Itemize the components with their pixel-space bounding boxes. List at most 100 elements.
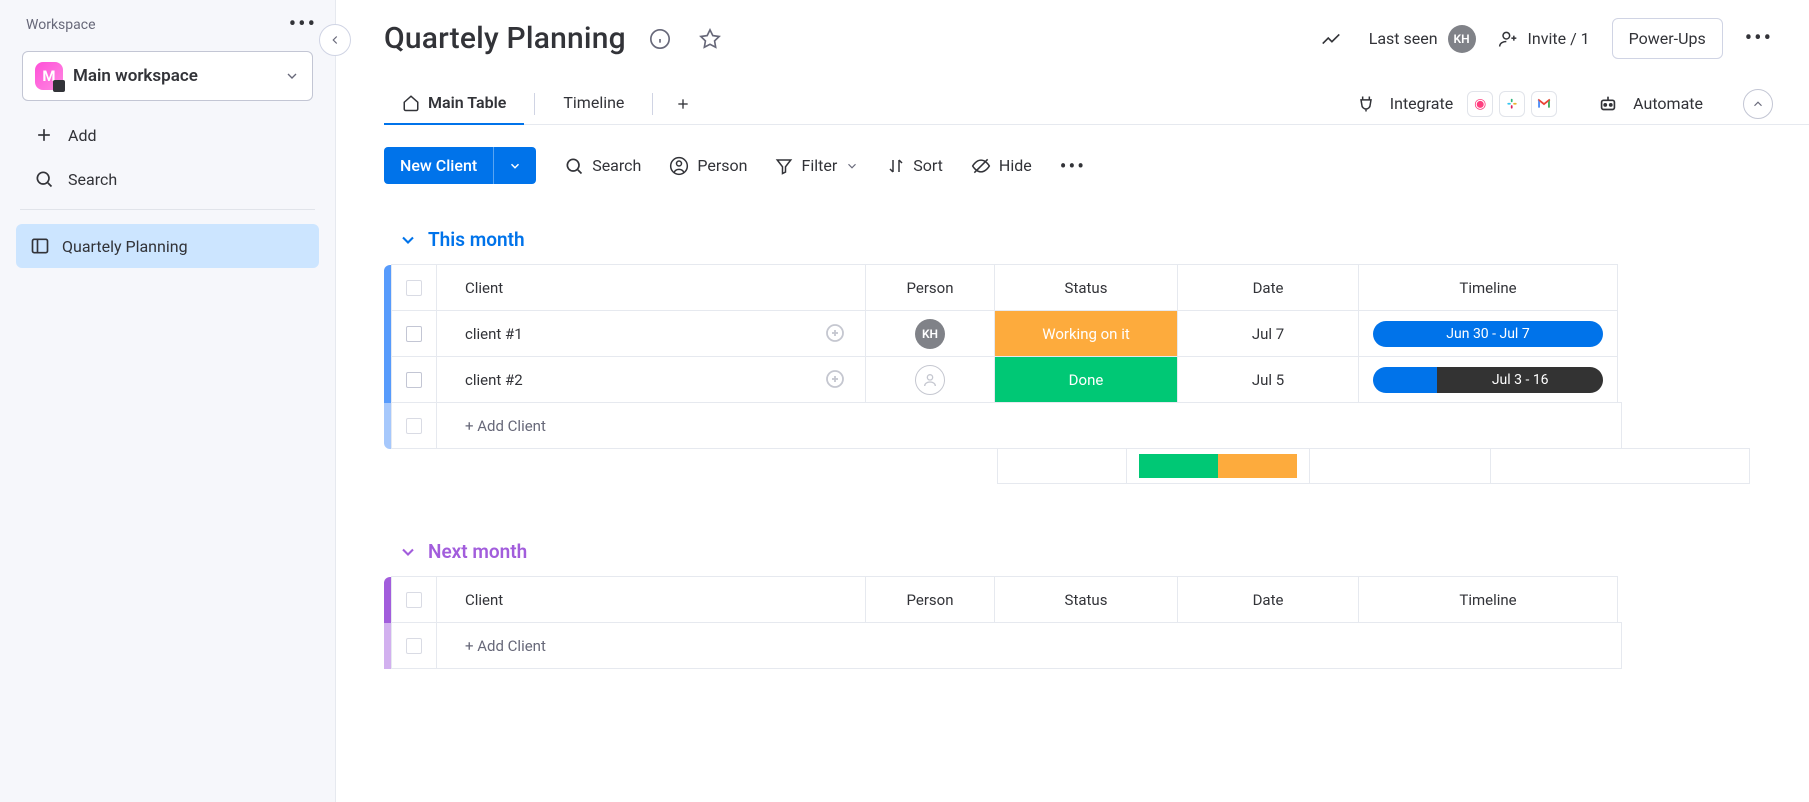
invite-button[interactable]: Invite / 1 <box>1498 29 1590 49</box>
status-summary-bar <box>1139 454 1297 478</box>
toolbar-sort[interactable]: Sort <box>887 156 943 175</box>
divider <box>20 209 315 210</box>
board-icon <box>30 236 50 256</box>
new-client-button[interactable]: New Client <box>384 147 536 184</box>
date-cell[interactable]: Jul 5 <box>1177 356 1359 403</box>
sidebar-board-item[interactable]: Quartely Planning <box>16 224 319 268</box>
col-timeline[interactable]: Timeline <box>1358 576 1618 623</box>
client-name[interactable]: client #1 <box>465 325 523 343</box>
timeline-pill[interactable]: Jun 30 - Jul 7 <box>1373 321 1603 347</box>
person-avatar[interactable]: KH <box>915 319 945 349</box>
invite-label: Invite / 1 <box>1528 29 1590 48</box>
integrate-label: Integrate <box>1390 94 1453 113</box>
toolbar-more-icon[interactable]: ••• <box>1060 154 1086 178</box>
app-icon-gmail <box>1531 91 1557 117</box>
last-seen-label: Last seen <box>1369 29 1438 48</box>
avatar: KH <box>1448 25 1476 53</box>
group-next-month: Next month Client Person Status Date Tim… <box>384 534 1809 669</box>
star-icon[interactable] <box>694 23 726 55</box>
chevron-down-icon <box>845 159 859 173</box>
app-icon-1: ◉ <box>1467 91 1493 117</box>
add-tab-button[interactable] <box>663 86 703 122</box>
toolbar-search[interactable]: Search <box>564 156 641 176</box>
col-status[interactable]: Status <box>994 576 1178 623</box>
date-cell[interactable]: Jul 7 <box>1177 310 1359 357</box>
col-timeline[interactable]: Timeline <box>1358 264 1618 311</box>
board-title[interactable]: Quartely Planning <box>384 21 626 56</box>
sidebar-search[interactable]: Search <box>0 157 335 201</box>
col-client[interactable]: Client <box>436 264 866 311</box>
header-more-icon[interactable]: ••• <box>1745 26 1773 51</box>
toolbar-person-label: Person <box>697 156 747 175</box>
sidebar-more-icon[interactable]: ••• <box>289 12 317 37</box>
activity-icon[interactable] <box>1315 23 1347 55</box>
status-cell[interactable]: Working on it <box>995 311 1177 356</box>
separator <box>534 93 535 115</box>
timeline-pill[interactable]: Jul 3 - 16 <box>1373 367 1603 393</box>
add-client-row[interactable]: + Add Client <box>384 623 1809 669</box>
add-client-row[interactable]: + Add Client <box>384 403 1809 449</box>
hide-icon <box>971 156 991 176</box>
col-person[interactable]: Person <box>865 264 995 311</box>
col-date[interactable]: Date <box>1177 576 1359 623</box>
tab-timeline[interactable]: Timeline <box>545 83 642 124</box>
select-all-checkbox[interactable] <box>406 280 422 296</box>
plug-icon <box>1356 94 1376 114</box>
col-status[interactable]: Status <box>994 264 1178 311</box>
person-icon <box>669 156 689 176</box>
toolbar-filter-label: Filter <box>801 156 837 175</box>
tab-main-table[interactable]: Main Table <box>384 83 524 124</box>
tab-main-label: Main Table <box>428 93 506 112</box>
group-header[interactable]: Next month <box>384 534 1809 577</box>
group-header[interactable]: This month <box>384 222 1809 265</box>
automate-label: Automate <box>1633 94 1703 113</box>
tabs-row: Main Table Timeline Integrate ◉ <box>384 83 1809 125</box>
group-title: This month <box>428 228 525 251</box>
row-checkbox[interactable] <box>406 372 422 388</box>
group-title: Next month <box>428 540 527 563</box>
col-date[interactable]: Date <box>1177 264 1359 311</box>
automate-button[interactable]: Automate <box>1597 93 1703 115</box>
last-seen[interactable]: Last seen KH <box>1369 25 1476 53</box>
filter-icon <box>775 157 793 175</box>
add-client-label[interactable]: + Add Client <box>436 622 1622 669</box>
titlebar: Quartely Planning Last seen KH Invite / … <box>384 18 1809 59</box>
powerups-button[interactable]: Power-Ups <box>1612 18 1723 59</box>
table-row[interactable]: client #2 Done Jul 5 <box>384 357 1809 403</box>
select-all-checkbox[interactable] <box>406 592 422 608</box>
add-client-label[interactable]: + Add Client <box>436 402 1622 449</box>
client-name[interactable]: client #2 <box>465 371 523 389</box>
workspace-badge: M <box>35 62 63 90</box>
row-checkbox <box>406 638 422 654</box>
sidebar-heading: Workspace <box>26 17 96 33</box>
row-checkbox[interactable] <box>406 326 422 342</box>
info-icon[interactable] <box>644 23 676 55</box>
toolbar-person[interactable]: Person <box>669 156 747 176</box>
sidebar: Workspace ••• M Main workspace Add Searc… <box>0 0 336 802</box>
toolbar-sort-label: Sort <box>913 156 943 175</box>
conversation-icon[interactable] <box>823 368 847 392</box>
new-client-dropdown[interactable] <box>493 147 536 184</box>
workspace-selector[interactable]: M Main workspace <box>22 51 313 101</box>
person-empty[interactable] <box>915 365 945 395</box>
sidebar-add-label: Add <box>68 126 96 145</box>
toolbar-hide-label: Hide <box>999 156 1032 175</box>
col-client[interactable]: Client <box>436 576 866 623</box>
sidebar-add[interactable]: Add <box>0 113 335 157</box>
conversation-icon[interactable] <box>823 322 847 346</box>
integrate-button[interactable]: Integrate ◉ <box>1356 91 1557 117</box>
col-person[interactable]: Person <box>865 576 995 623</box>
sidebar-collapse-button[interactable] <box>319 24 351 56</box>
toolbar-filter[interactable]: Filter <box>775 156 859 175</box>
separator <box>652 93 653 115</box>
status-cell[interactable]: Done <box>995 357 1177 402</box>
chevron-down-icon <box>398 542 418 562</box>
sidebar-board-label: Quartely Planning <box>62 237 188 256</box>
collapse-header-button[interactable] <box>1743 89 1773 119</box>
table-row[interactable]: client #1 KH Working on it Jul 7 Jun 30 … <box>384 311 1809 357</box>
search-icon <box>564 156 584 176</box>
toolbar-hide[interactable]: Hide <box>971 156 1032 176</box>
sort-icon <box>887 157 905 175</box>
table-header-row: Client Person Status Date Timeline <box>384 265 1809 311</box>
robot-icon <box>1597 93 1619 115</box>
